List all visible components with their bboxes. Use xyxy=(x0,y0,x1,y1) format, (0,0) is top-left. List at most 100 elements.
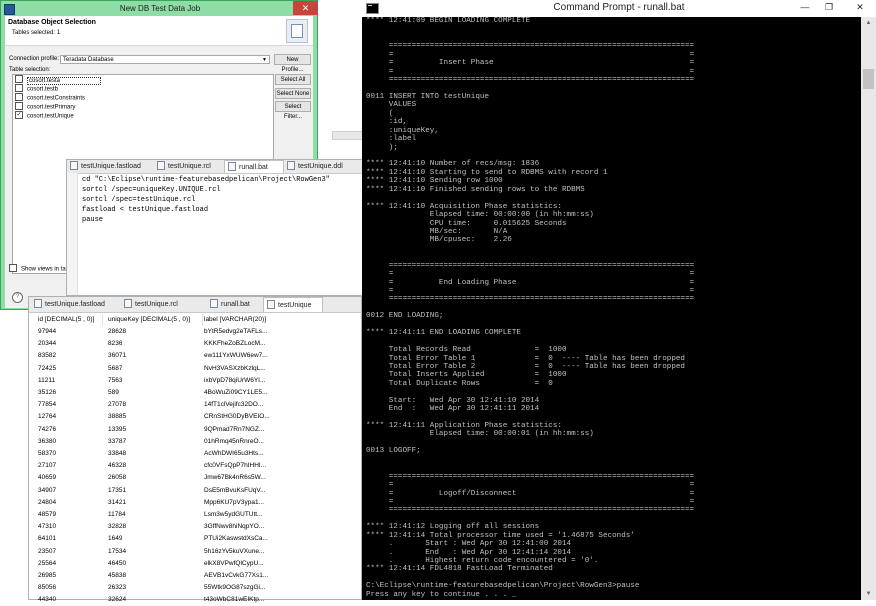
file-icon xyxy=(228,161,236,171)
table-row[interactable]: 74276 13395 9QPmad7Rn7NGZ... xyxy=(29,424,363,436)
table-item[interactable]: cosort.testPrimary xyxy=(15,102,75,112)
table-cell: 24804 xyxy=(38,498,57,506)
tab-label: testUnique.rcl xyxy=(135,301,178,308)
table-row[interactable]: 58370 33848 AcWhDWI65u3Hts... xyxy=(29,448,363,460)
connection-profile-select[interactable]: Teradata Database ▼ xyxy=(60,55,270,64)
table-row[interactable]: 83582 36071 ew111YxWUW6ew7... xyxy=(29,350,363,362)
help-icon[interactable]: ? xyxy=(12,292,23,303)
code-line[interactable]: cd "C:\Eclipse\runtime-featurebasedpelic… xyxy=(82,176,330,184)
tab-label: testUnique.ddl xyxy=(298,163,343,170)
table-cell: 38885 xyxy=(108,413,127,421)
console-line: = Logoff/Disconnect = xyxy=(366,489,695,498)
table-cell: 11211 xyxy=(38,376,56,384)
table-cell: 28628 xyxy=(108,328,127,335)
select-filter-button[interactable]: Select Filter... xyxy=(275,101,311,120)
tab-testunique[interactable]: testUnique xyxy=(263,297,323,312)
table-row[interactable]: 35126 589 4BoWuZi09CY1LE5... xyxy=(29,387,363,399)
wizard-header: Database Object Selection Tables selecte… xyxy=(5,16,313,46)
tab-rcl[interactable]: testUnique.rcl xyxy=(154,160,224,173)
table-row[interactable]: 36380 33787 01hRmq45nRnreO... xyxy=(29,436,363,448)
checkbox[interactable] xyxy=(15,93,23,101)
console-output[interactable]: **** 12:41:09 BEGIN LOADING COMPLETE ===… xyxy=(366,17,861,600)
table-cell: 26323 xyxy=(108,584,127,592)
table-row[interactable]: 47310 32828 3GffNwv8hiNqpYO... xyxy=(29,521,363,533)
table-row[interactable]: 77854 27078 14fT1clVejifc32DO... xyxy=(29,399,363,411)
code-line[interactable]: fastload < testUnique.fastload xyxy=(82,206,208,214)
tab-ddl[interactable]: testUnique.ddl xyxy=(284,160,360,173)
close-icon[interactable]: ✕ xyxy=(293,1,318,15)
dialog-titlebar[interactable]: New DB Test Data Job ✕ xyxy=(1,1,319,16)
table-cell: 45838 xyxy=(108,572,127,579)
table-row[interactable]: 26985 45838 AEVB1vCvkG77Xs1... xyxy=(29,570,363,582)
cmd-titlebar[interactable]: Command Prompt - runall.bat — ❐ ✕ xyxy=(362,0,876,17)
checkbox-checked[interactable]: ✓ xyxy=(15,111,23,119)
checkbox[interactable] xyxy=(9,264,17,272)
table-row[interactable]: 40659 26058 Jmw67Bk4nR6s5W... xyxy=(29,472,363,484)
table-item-label: cosort.testConstraints xyxy=(27,95,86,102)
table-row[interactable]: 44340 32624 t43oWbC81wEIKtp... xyxy=(29,594,363,606)
checkbox[interactable] xyxy=(15,75,23,83)
table-item[interactable]: cosort.testa xyxy=(15,75,102,85)
column-header[interactable]: label [VARCHAR(20)] xyxy=(199,314,359,326)
new-profile-button[interactable]: New Profile... xyxy=(274,54,311,73)
table-cell: 58370 xyxy=(38,450,57,457)
table-item[interactable]: ✓ cosort.testUnique xyxy=(15,111,74,121)
table-cell: 47310 xyxy=(38,523,57,531)
scroll-up-icon[interactable]: ▲ xyxy=(861,17,876,29)
table-row[interactable]: 25564 46450 elkX8VPwfQlCypU... xyxy=(29,558,363,570)
table-row[interactable]: 12764 38885 CRnStHG0DyBVEIO... xyxy=(29,411,363,423)
table-row[interactable]: 11211 7563 ixbVpD78qiUrW6YI... xyxy=(29,375,363,387)
scrollbar[interactable]: ▲ ▼ xyxy=(861,17,876,600)
table-row[interactable]: 72425 5687 NvH3VASXzbKzlqL... xyxy=(29,363,363,375)
console-line: ========================================… xyxy=(366,506,695,515)
table-cell: 34907 xyxy=(38,486,57,494)
command-prompt-window: Command Prompt - runall.bat — ❐ ✕ **** 1… xyxy=(362,0,876,600)
table-row[interactable]: 23507 17534 5h16zYv5kuVXune... xyxy=(29,546,363,558)
console-line: **** 12:41:10 Acquisition Phase statisti… xyxy=(366,202,562,211)
table-row[interactable]: 97944 28628 bYtR5edvg2eTAFLs... xyxy=(29,326,363,338)
table-item[interactable]: cosort.testConstraints xyxy=(15,93,86,103)
column-header[interactable]: uniqueKey [DECIMAL(5 , 0)] xyxy=(103,314,203,326)
table-row[interactable]: 24804 31421 Mpp6KU7pV3ypa1... xyxy=(29,497,363,509)
table-cell: 27078 xyxy=(108,401,127,409)
restore-icon[interactable]: ❐ xyxy=(818,0,840,14)
scroll-down-icon[interactable]: ▼ xyxy=(861,588,876,600)
code-line[interactable]: pause xyxy=(82,216,103,224)
console-line: VALUES xyxy=(366,101,417,110)
scrollbar[interactable] xyxy=(332,131,364,140)
tab-runall-bat[interactable]: runall.bat xyxy=(207,297,263,312)
select-none-button[interactable]: Select None xyxy=(275,88,311,99)
close-icon[interactable]: ✕ xyxy=(844,0,876,14)
checkbox[interactable] xyxy=(15,102,23,110)
tab-fastload[interactable]: testUnique.fastload xyxy=(67,160,154,173)
scroll-thumb[interactable] xyxy=(863,69,874,89)
table-row[interactable]: 34907 17351 DsE5mBvuKsFUqV... xyxy=(29,485,363,497)
code-line[interactable]: sortcl /spec=testUnique.rcl xyxy=(82,196,195,204)
code-line[interactable]: sortcl /spec=uniqueKey.UNIQUE.rcl xyxy=(82,186,221,194)
table-row[interactable]: 27107 46328 cfc0VFsQpP7hIHHI... xyxy=(29,460,363,472)
tab-runall-bat[interactable]: runall.bat xyxy=(224,160,284,173)
console-line: = = xyxy=(366,497,695,506)
show-views-option[interactable]: Show views in table xyxy=(9,264,74,273)
minimize-icon[interactable]: — xyxy=(794,0,816,14)
checkbox[interactable] xyxy=(15,84,23,92)
table-selection-label: Table selection: xyxy=(9,67,51,73)
select-all-button[interactable]: Select All xyxy=(275,74,311,85)
table-cell: 55Wtk9OG87szgGi... xyxy=(204,584,266,592)
table-row[interactable]: 85056 26323 55Wtk9OG87szgGi... xyxy=(29,582,363,594)
script-editor: testUnique.fastload testUnique.rcl runal… xyxy=(66,159,363,296)
tab-fastload[interactable]: testUnique.fastload xyxy=(31,297,119,312)
table-row[interactable]: 48579 11784 Lsm3w5ydGUTUtt... xyxy=(29,509,363,521)
table-cell: 36380 xyxy=(38,437,57,445)
tab-rcl[interactable]: testUnique.rcl xyxy=(121,297,205,312)
chevron-down-icon: ▼ xyxy=(262,57,267,63)
column-header[interactable]: id [DECIMAL(5 , 0)] xyxy=(33,314,103,326)
table-cell: 36071 xyxy=(108,352,127,360)
table-row[interactable]: 20344 8236 KKKFheZoBZLocM... xyxy=(29,338,363,350)
dialog-title: New DB Test Data Job xyxy=(119,4,201,13)
console-line: ); xyxy=(366,143,398,152)
table-cell: 23507 xyxy=(38,547,57,555)
table-row[interactable]: 64101 1649 PTUi2KaswstdXsCa... xyxy=(29,533,363,545)
